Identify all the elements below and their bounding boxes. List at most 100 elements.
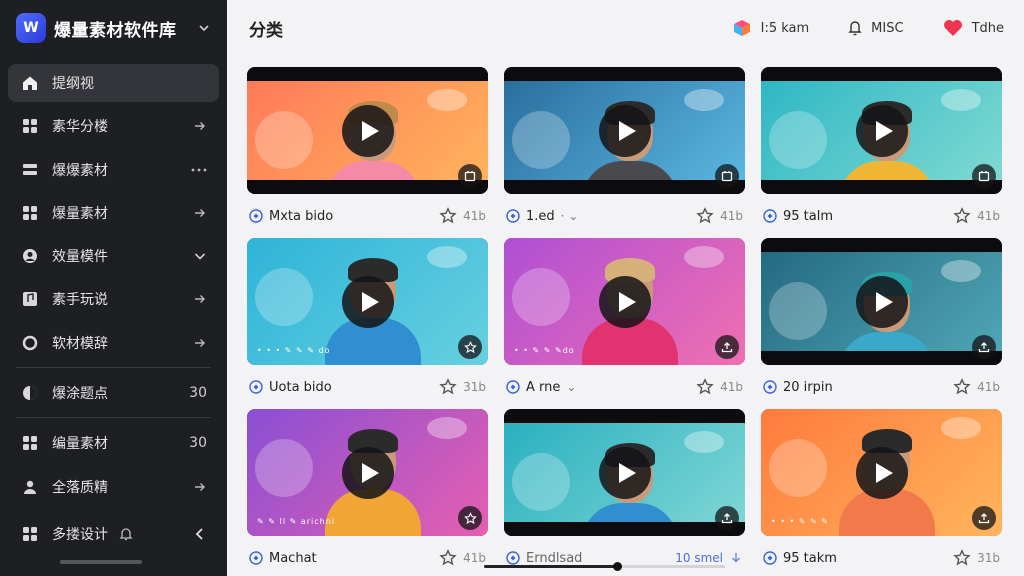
top-action-button[interactable]: Tdhe: [942, 18, 1004, 38]
decor-blob: [769, 111, 827, 169]
card-title[interactable]: Erndlsad: [526, 551, 675, 566]
arrow-right-icon[interactable]: [193, 119, 207, 133]
upload-icon: [721, 341, 733, 353]
star-icon[interactable]: [953, 378, 971, 396]
card-title[interactable]: 95 talm: [783, 209, 953, 224]
card-title[interactable]: Machat: [269, 551, 439, 566]
card-title[interactable]: 95 takm: [783, 551, 953, 566]
play-button[interactable]: [341, 446, 394, 499]
grid-icon: [20, 524, 40, 544]
scroll-indicator[interactable]: [60, 560, 142, 564]
video-thumbnail[interactable]: ✎ ✎ Il ✎ arichni: [247, 409, 488, 536]
star-icon[interactable]: [439, 549, 457, 567]
card-stats: 41b: [696, 207, 743, 225]
play-button[interactable]: [341, 104, 394, 157]
card-corner-button[interactable]: [972, 335, 996, 359]
frame-icon: [978, 170, 990, 182]
play-button[interactable]: [598, 446, 651, 499]
sidebar-item-trail: [187, 249, 207, 263]
star-icon[interactable]: [953, 207, 971, 225]
video-thumbnail[interactable]: [761, 67, 1002, 194]
video-card[interactable]: • • • ✎ ✎ ✎ 95 takm 31b: [761, 409, 1002, 576]
card-title[interactable]: 20 irpin: [783, 380, 953, 395]
top-action-button[interactable]: MISC: [847, 19, 904, 37]
play-button[interactable]: [855, 446, 908, 499]
card-corner-button[interactable]: [715, 164, 739, 188]
video-card[interactable]: ✎ ✎ Il ✎ arichni Machat 41b: [247, 409, 488, 576]
card-meta: Mxta bido 41b: [247, 194, 488, 238]
play-button[interactable]: [855, 104, 908, 157]
card-title[interactable]: Uota bido: [269, 380, 439, 395]
shield-icon: [506, 551, 520, 565]
video-thumbnail[interactable]: [761, 238, 1002, 365]
card-corner-button[interactable]: [972, 164, 996, 188]
sidebar-item[interactable]: 爆爆素材: [8, 151, 219, 189]
arrow-right-icon[interactable]: [193, 336, 207, 350]
video-card[interactable]: 95 talm 41b: [761, 67, 1002, 238]
play-button[interactable]: [341, 275, 394, 328]
card-corner-button[interactable]: [458, 506, 482, 530]
star-icon[interactable]: [439, 378, 457, 396]
play-button[interactable]: [855, 275, 908, 328]
card-corner-button[interactable]: [715, 506, 739, 530]
video-thumbnail[interactable]: [247, 67, 488, 194]
letterbox-bottom: [761, 180, 1002, 194]
video-thumbnail[interactable]: • • ✎ ✎ ✎do: [504, 238, 745, 365]
upload-icon: [978, 341, 990, 353]
card-corner-button[interactable]: [972, 506, 996, 530]
card-stats: 41b: [439, 549, 486, 567]
sidebar-item-label: 爆涂题点: [52, 386, 108, 403]
sidebar-item[interactable]: 提纲视: [8, 64, 219, 102]
arrow-right-icon[interactable]: [193, 480, 207, 494]
sidebar-item[interactable]: 效量模件: [8, 237, 219, 275]
caption-text: • • ✎ ✎ ✎do: [514, 346, 575, 355]
chevron-down-icon[interactable]: [193, 249, 207, 263]
star-icon[interactable]: [696, 207, 714, 225]
sidebar-item[interactable]: 软材模辞: [8, 324, 219, 362]
card-title[interactable]: A rne ⌄: [526, 380, 696, 395]
sidebar-item[interactable]: 素手玩说: [8, 280, 219, 318]
decor-blob: [255, 111, 313, 169]
star-icon[interactable]: [953, 549, 971, 567]
card-corner-button[interactable]: [458, 335, 482, 359]
video-card[interactable]: 20 irpin 41b: [761, 238, 1002, 409]
brand-header[interactable]: W 爆量素材软件库: [0, 0, 227, 56]
star-icon[interactable]: [439, 207, 457, 225]
card-corner-button[interactable]: [715, 335, 739, 359]
video-card[interactable]: • • • ✎ ✎ ✎ do Uota bido 31b: [247, 238, 488, 409]
collapse-sidebar-icon[interactable]: [193, 527, 207, 541]
sidebar-item[interactable]: 编量素材 30: [8, 424, 219, 462]
top-action-button[interactable]: I:5 kam: [731, 18, 809, 38]
chevron-down-icon[interactable]: [197, 21, 211, 35]
sidebar-item[interactable]: 爆量素材: [8, 194, 219, 232]
star-icon[interactable]: [696, 378, 714, 396]
sidebar-item[interactable]: 全落质精: [8, 468, 219, 506]
video-card[interactable]: 1.ed · ⌄ 41b: [504, 67, 745, 238]
sidebar-item[interactable]: 素华分楼: [8, 107, 219, 145]
playback-progress[interactable]: [484, 562, 725, 571]
card-title[interactable]: 1.ed · ⌄: [526, 209, 696, 224]
play-icon: [361, 462, 379, 483]
video-thumbnail[interactable]: [504, 67, 745, 194]
arrow-right-icon[interactable]: [193, 292, 207, 306]
card-corner-button[interactable]: [458, 164, 482, 188]
video-card[interactable]: Erndlsad 10 smel: [504, 409, 745, 576]
play-button[interactable]: [598, 275, 651, 328]
video-thumbnail[interactable]: • • • ✎ ✎ ✎ do: [247, 238, 488, 365]
video-card[interactable]: • • ✎ ✎ ✎do A rne ⌄ 41b: [504, 238, 745, 409]
video-thumbnail[interactable]: [504, 409, 745, 536]
card-meta: 95 takm 31b: [761, 536, 1002, 576]
caption-text: • • • ✎ ✎ ✎ do: [257, 346, 331, 355]
more-icon[interactable]: [191, 167, 207, 173]
bell-icon[interactable]: [118, 526, 134, 542]
decor-blob: [941, 417, 981, 439]
arrow-right-icon[interactable]: [193, 206, 207, 220]
download-icon[interactable]: [729, 551, 743, 565]
sidebar-item[interactable]: 爆涂题点 30: [8, 374, 219, 412]
card-title[interactable]: Mxta bido: [269, 209, 439, 224]
sidebar-footer[interactable]: 多搂设计: [8, 514, 219, 554]
video-card[interactable]: Mxta bido 41b: [247, 67, 488, 238]
play-button[interactable]: [598, 104, 651, 157]
progress-knob[interactable]: [612, 562, 622, 571]
video-thumbnail[interactable]: • • • ✎ ✎ ✎: [761, 409, 1002, 536]
